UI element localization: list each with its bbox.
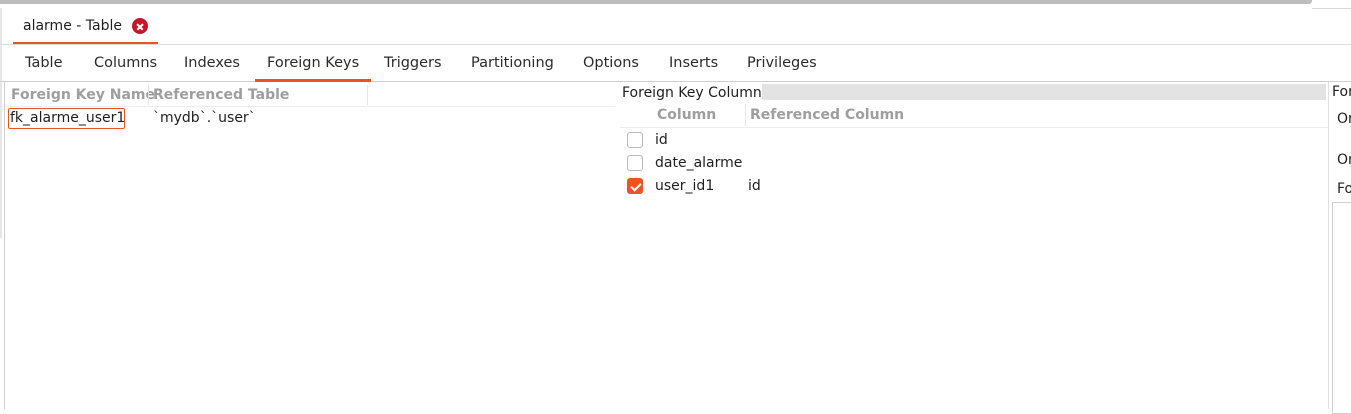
- window-top-strip: [0, 0, 1312, 4]
- header-separator: [148, 85, 149, 105]
- fk-column-row[interactable]: id: [627, 130, 668, 150]
- fk-column-checkbox[interactable]: [627, 155, 643, 171]
- tab-table[interactable]: Table: [13, 45, 75, 81]
- fk-columns-title-bar: [762, 84, 1326, 100]
- on-update-label: On: [1337, 111, 1351, 127]
- column-header-column[interactable]: Column: [657, 106, 716, 124]
- fk-columns-title: Foreign Key Columns: [622, 85, 770, 101]
- referenced-table-cell[interactable]: `mydb`.`user`: [153, 109, 256, 128]
- header-separator: [367, 85, 368, 105]
- fk-name-cell[interactable]: fk_alarme_user1: [8, 108, 125, 129]
- left-edge: [0, 8, 2, 238]
- tab-privileges[interactable]: Privileges: [735, 45, 829, 81]
- window-corner: [1312, 0, 1351, 9]
- tab-partitioning[interactable]: Partitioning: [459, 45, 566, 81]
- tab-columns[interactable]: Columns: [82, 45, 169, 81]
- fk-column-name: date_alarme: [655, 155, 743, 171]
- document-tab-label: alarme - Table: [23, 18, 122, 34]
- comment-label: Fo: [1337, 181, 1351, 197]
- fk-column-row[interactable]: date_alarme: [627, 153, 742, 173]
- header-underline: [5, 106, 615, 107]
- close-icon[interactable]: [131, 18, 148, 34]
- foreign-key-list: Foreign Key Name Referenced Table fk_ala…: [4, 82, 616, 409]
- column-header-referenced-column[interactable]: Referenced Column: [750, 106, 904, 124]
- tab-options[interactable]: Options: [571, 45, 651, 81]
- fk-column-row[interactable]: user_id1 id: [627, 176, 761, 196]
- fk-referenced-column[interactable]: id: [748, 178, 761, 194]
- column-header-fk-name[interactable]: Foreign Key Name: [11, 85, 155, 105]
- tab-triggers[interactable]: Triggers: [372, 45, 454, 81]
- fk-column-checkbox[interactable]: [627, 132, 643, 148]
- on-delete-label: On: [1337, 152, 1351, 168]
- pane-divider[interactable]: [1328, 82, 1329, 409]
- column-header-referenced-table[interactable]: Referenced Table: [153, 85, 289, 105]
- tab-indexes[interactable]: Indexes: [172, 45, 252, 81]
- fk-column-name: id: [655, 132, 668, 148]
- comment-textarea[interactable]: [1332, 202, 1351, 414]
- fk-column-name: user_id1: [655, 178, 715, 194]
- header-separator: [745, 104, 746, 126]
- tab-inserts[interactable]: Inserts: [657, 45, 730, 81]
- editor-tabbar: Table Columns Indexes Foreign Keys Trigg…: [0, 45, 1351, 82]
- header-underline: [620, 127, 1328, 128]
- fk-column-checkbox-checked[interactable]: [627, 178, 643, 194]
- document-tab[interactable]: alarme - Table: [13, 10, 158, 42]
- tab-foreign-keys[interactable]: Foreign Keys: [255, 45, 372, 82]
- fk-options-title: For: [1332, 84, 1351, 100]
